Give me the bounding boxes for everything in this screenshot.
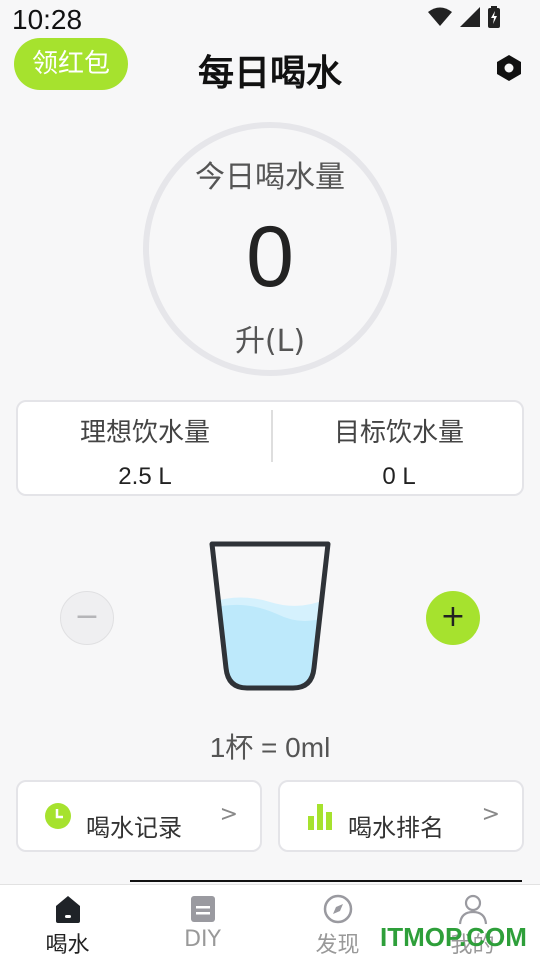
home-icon — [56, 896, 80, 923]
decrease-cup-button[interactable]: − — [60, 591, 114, 645]
compass-icon — [323, 894, 353, 924]
page-title: 每日喝水 — [197, 53, 342, 94]
ideal-intake-value: 2.5 L — [118, 463, 172, 490]
target-intake-label: 目标饮水量 — [333, 418, 464, 448]
target-intake-value: 0 L — [382, 463, 416, 490]
status-time: 10:28 — [12, 4, 83, 35]
drink-record-card[interactable]: 喝水记录 > — [16, 780, 262, 852]
chevron-right-icon: > — [481, 802, 500, 827]
cup-conversion-text: 1杯 = 0ml — [209, 732, 331, 763]
user-icon — [458, 894, 488, 925]
today-intake-ring: 今日喝水量 0 升(L) — [143, 122, 397, 376]
document-icon — [191, 896, 215, 922]
drink-record-label: 喝水记录 — [86, 814, 182, 842]
water-cup-icon[interactable] — [207, 540, 333, 692]
drink-ranking-label: 喝水排名 — [348, 814, 444, 842]
signal-icon — [460, 7, 480, 27]
battery-icon — [488, 6, 500, 28]
today-intake-value: 0 — [246, 209, 294, 305]
wifi-icon — [428, 7, 452, 26]
watermark-text: ITMOP.COM — [380, 922, 527, 952]
divider-line — [130, 880, 522, 882]
ideal-intake[interactable]: 理想饮水量 2.5 L — [18, 402, 272, 498]
nav-label: 喝水 — [45, 933, 90, 958]
settings-icon[interactable] — [496, 54, 522, 82]
status-bar: 10:28 — [0, 0, 540, 40]
target-intake[interactable]: 目标饮水量 0 L — [272, 402, 526, 498]
chevron-right-icon: > — [219, 802, 238, 827]
drink-ranking-card[interactable]: 喝水排名 > — [278, 780, 524, 852]
status-icons — [428, 6, 500, 28]
ideal-intake-label: 理想饮水量 — [79, 418, 210, 448]
today-intake-unit: 升(L) — [234, 324, 306, 359]
clock-icon — [45, 803, 71, 829]
header: 领红包 每日喝水 — [0, 38, 540, 104]
nav-tab-drink[interactable]: 喝水 — [0, 885, 135, 960]
nav-label: DIY — [184, 927, 221, 952]
intake-card: 理想饮水量 2.5 L 目标饮水量 0 L — [16, 400, 524, 496]
increase-cup-button[interactable]: + — [426, 591, 480, 645]
bar-chart-icon — [308, 804, 332, 830]
today-intake-label: 今日喝水量 — [195, 160, 345, 195]
nav-tab-diy[interactable]: DIY — [135, 885, 270, 960]
